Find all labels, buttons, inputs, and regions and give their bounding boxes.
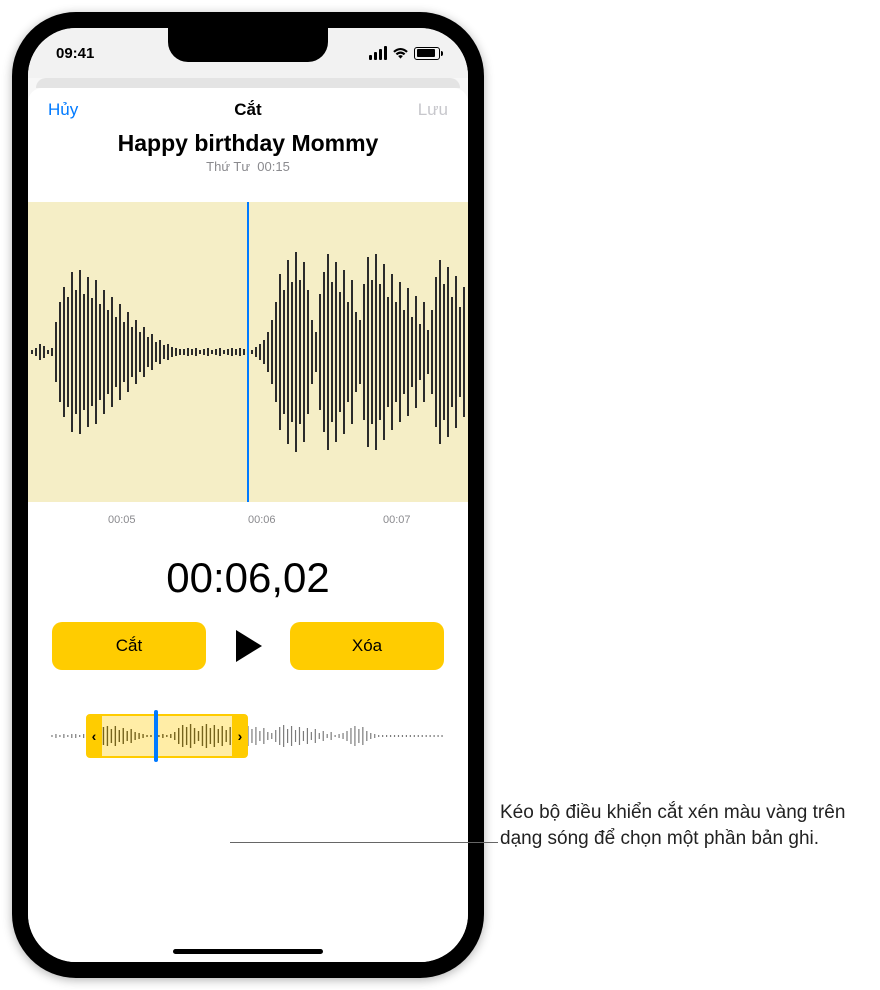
phone-frame: 09:41 Hủy Cắt Lưu Happy birthday Mommy T… xyxy=(12,12,484,978)
waveform-timeline: :04 00:05 00:06 00:07 xyxy=(28,502,468,520)
play-icon xyxy=(232,628,264,664)
recording-title[interactable]: Happy birthday Mommy xyxy=(28,130,468,157)
sheet-title: Cắt xyxy=(234,100,261,120)
recording-day: Thứ Tư xyxy=(206,159,250,174)
trim-bar[interactable]: ‹ › xyxy=(50,706,446,766)
callout-leader-line xyxy=(230,842,498,843)
trim-handle-left-icon[interactable]: ‹ xyxy=(86,716,102,756)
recording-subtitle: Thứ Tư 00:15 xyxy=(28,159,468,174)
edit-sheet: Hủy Cắt Lưu Happy birthday Mommy Thứ Tư … xyxy=(28,88,468,962)
battery-icon xyxy=(414,47,440,60)
cellular-signal-icon xyxy=(369,46,387,60)
sheet-navbar: Hủy Cắt Lưu xyxy=(28,88,468,128)
cancel-button[interactable]: Hủy xyxy=(48,100,78,120)
delete-button[interactable]: Xóa xyxy=(290,622,444,670)
waveform-main[interactable] xyxy=(28,202,468,502)
current-time: 00:06,02 xyxy=(28,554,468,602)
save-button[interactable]: Lưu xyxy=(418,100,448,120)
status-right xyxy=(369,46,440,60)
trim-handle-right-icon[interactable]: › xyxy=(232,716,248,756)
home-indicator[interactable] xyxy=(173,949,323,954)
timeline-tick-1: 00:05 xyxy=(108,514,136,526)
status-time: 09:41 xyxy=(56,45,94,62)
timeline-tick-3: 00:07 xyxy=(383,514,411,526)
trim-button[interactable]: Cắt xyxy=(52,622,206,670)
notch xyxy=(168,28,328,62)
controls-row: Cắt Xóa xyxy=(28,602,468,670)
phone-screen: 09:41 Hủy Cắt Lưu Happy birthday Mommy T… xyxy=(28,28,468,962)
wifi-icon xyxy=(392,47,409,60)
overview-playhead[interactable] xyxy=(154,710,158,762)
callout-text: Kéo bộ điều khiển cắt xén màu vàng trên … xyxy=(500,800,860,851)
play-button[interactable] xyxy=(224,622,272,670)
timeline-tick-2: 00:06 xyxy=(248,514,276,526)
trim-selection[interactable]: ‹ › xyxy=(86,714,248,758)
playhead[interactable] xyxy=(247,202,249,502)
recording-duration: 00:15 xyxy=(257,159,290,174)
back-sheet-edge xyxy=(36,78,460,88)
